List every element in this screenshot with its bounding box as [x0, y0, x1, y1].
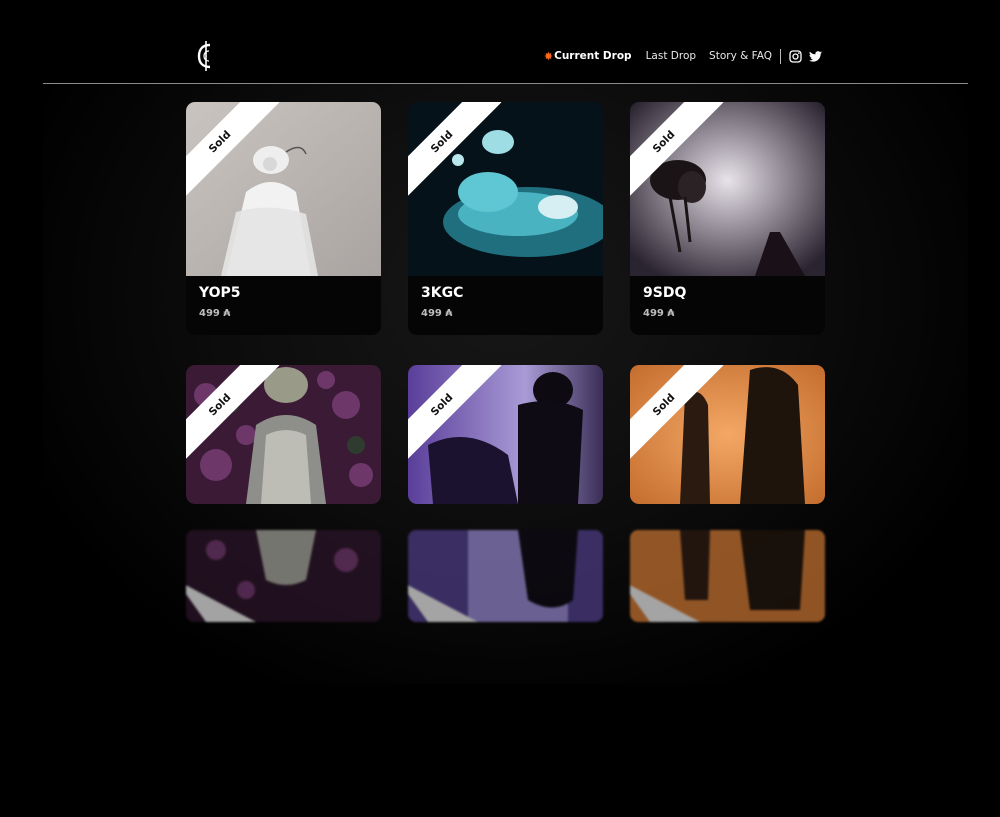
- card-price: 499 ₳: [199, 308, 231, 319]
- nav-divider: [780, 48, 781, 64]
- nav-current-drop-label: Current Drop: [554, 50, 632, 62]
- card-reflection: [186, 530, 381, 622]
- card-reflection: [630, 530, 825, 622]
- nft-card[interactable]: Sold: [630, 365, 825, 504]
- nft-card[interactable]: Sold 9SDQ 499 ₳: [630, 102, 825, 335]
- card-title: 9SDQ: [643, 285, 687, 301]
- twitter-icon[interactable]: [809, 50, 822, 62]
- nav-story-faq[interactable]: Story & FAQ: [709, 50, 772, 62]
- card-title: 3KGC: [421, 285, 464, 301]
- logo-icon[interactable]: [195, 38, 217, 74]
- artwork-image: [408, 365, 603, 504]
- artwork-image: [630, 365, 825, 504]
- spark-icon: ✸: [543, 49, 554, 63]
- nft-card[interactable]: Sold YOP5 499 ₳: [186, 102, 381, 335]
- card-price: 499 ₳: [421, 308, 453, 319]
- instagram-icon[interactable]: [789, 49, 802, 63]
- artwork-image: [186, 365, 381, 504]
- card-price: 499 ₳: [643, 308, 675, 319]
- nft-card[interactable]: Sold: [186, 365, 381, 504]
- card-reflection: [408, 530, 603, 622]
- nft-card[interactable]: Sold: [408, 365, 603, 504]
- site-header: ✸ Current Drop Last Drop Story & FAQ: [43, 0, 968, 84]
- nav-last-drop[interactable]: Last Drop: [646, 50, 696, 62]
- nft-card[interactable]: Sold 3KGC 499 ₳: [408, 102, 603, 335]
- nav-current-drop[interactable]: ✸ Current Drop: [544, 50, 632, 63]
- social-links: [789, 49, 822, 63]
- main-nav: ✸ Current Drop Last Drop Story & FAQ: [544, 48, 822, 64]
- card-title: YOP5: [199, 285, 241, 301]
